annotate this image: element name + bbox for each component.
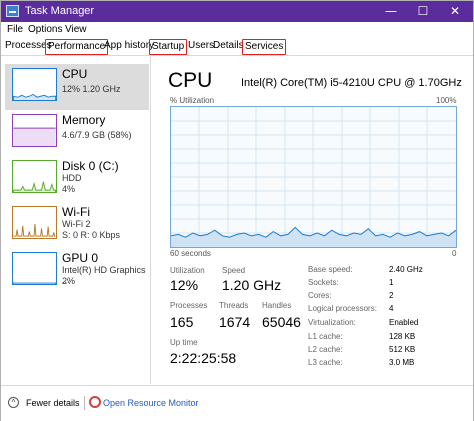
speed-value: 1.20 GHz — [222, 277, 282, 293]
sidebar-item-detail: 12% 1.20 GHz — [62, 84, 121, 94]
utilization-label: Utilization — [170, 266, 205, 275]
sidebar-item-memory[interactable]: Memory 4.6/7.9 GB (58%) — [5, 110, 149, 156]
cpu-detail-panel: CPU Intel(R) Core(TM) i5-4210U CPU @ 1.7… — [151, 56, 473, 384]
gpu-mini-graph — [12, 252, 57, 285]
sidebar-item-detail: S: 0 R: 0 Kbps — [62, 230, 121, 240]
memory-mini-graph — [12, 114, 57, 147]
menu-file[interactable]: File — [7, 24, 23, 35]
sidebar-item-wifi[interactable]: Wi-Fi Wi-Fi 2 S: 0 R: 0 Kbps — [5, 202, 149, 248]
task-manager-icon — [6, 5, 19, 17]
uptime-label: Up time — [170, 338, 198, 347]
detail-label: Sockets: — [308, 278, 339, 287]
title-bar: Task Manager — ☐ ✕ — [1, 1, 473, 22]
uptime-value: 2:22:25:58 — [170, 350, 237, 366]
sidebar-item-label: CPU — [62, 67, 88, 81]
disk-mini-graph — [12, 160, 57, 193]
sidebar-item-label: Disk 0 (C:) — [62, 159, 119, 173]
page-title: CPU — [168, 69, 213, 92]
processes-label: Processes — [170, 301, 208, 310]
sidebar-item-detail: HDD — [62, 173, 82, 183]
sidebar-item-cpu[interactable]: CPU 12% 1.20 GHz — [5, 64, 149, 110]
resource-sidebar: CPU 12% 1.20 GHz Memory 4.6/7.9 GB (58%)… — [1, 56, 151, 384]
minimize-button[interactable]: — — [373, 1, 409, 22]
resource-monitor-icon — [89, 396, 101, 408]
tab-performance[interactable]: Performance — [45, 39, 109, 55]
sidebar-item-detail: Intel(R) HD Graphics ... — [62, 265, 146, 285]
sidebar-item-label: Wi-Fi — [62, 205, 90, 219]
maximize-button[interactable]: ☐ — [405, 1, 441, 22]
detail-value: 3.0 MB — [389, 358, 415, 367]
detail-value: Enabled — [389, 318, 419, 327]
utilization-axis-label: % Utilization — [170, 96, 215, 105]
detail-label: Logical processors: — [308, 304, 377, 313]
menu-bar: File Options View — [1, 22, 473, 38]
handles-label: Handles — [262, 301, 292, 310]
cpu-model-name: Intel(R) Core(TM) i5-4210U CPU @ 1.70GHz — [241, 77, 462, 89]
chevron-up-icon[interactable]: ^ — [8, 397, 19, 408]
window-title: Task Manager — [25, 5, 95, 17]
detail-value: 512 KB — [389, 345, 416, 354]
detail-label: Cores: — [308, 291, 332, 300]
speed-label: Speed — [222, 266, 246, 275]
tab-app-history[interactable]: App history — [102, 39, 156, 53]
tab-bar: Processes Performance App history Startu… — [1, 38, 473, 56]
processes-value: 165 — [170, 314, 194, 330]
open-resource-monitor-link[interactable]: Open Resource Monitor — [103, 398, 199, 408]
threads-label: Threads — [219, 301, 249, 310]
cpu-graph-svg — [171, 107, 456, 247]
detail-label: Virtualization: — [308, 318, 356, 327]
sidebar-item-detail: 4.6/7.9 GB (58%) — [62, 130, 132, 140]
menu-view[interactable]: View — [65, 24, 87, 35]
footer-divider — [84, 396, 85, 410]
time-span-label: 60 seconds — [170, 249, 211, 258]
sidebar-item-detail: 4% — [62, 184, 76, 194]
sidebar-item-detail: Wi-Fi 2 — [62, 219, 91, 229]
detail-value: 1 — [389, 278, 394, 287]
utilization-value: 12% — [170, 277, 199, 293]
detail-value: 128 KB — [389, 332, 416, 341]
sidebar-item-disk[interactable]: Disk 0 (C:) HDD 4% — [5, 156, 149, 202]
handles-value: 65046 — [262, 314, 301, 330]
detail-value: 2 — [389, 291, 394, 300]
fewer-details-button[interactable]: Fewer details — [26, 398, 80, 408]
detail-label: L2 cache: — [308, 345, 343, 354]
tab-details[interactable]: Details — [211, 39, 246, 53]
menu-options[interactable]: Options — [28, 24, 62, 35]
detail-value: 2.40 GHz — [389, 265, 423, 274]
detail-value: 4 — [389, 304, 394, 313]
detail-label: Base speed: — [308, 265, 353, 274]
sidebar-item-detail: 2% — [62, 276, 76, 286]
footer-bar: ^ Fewer details Open Resource Monitor — [1, 385, 473, 421]
threads-value: 1674 — [219, 314, 251, 330]
sidebar-item-gpu[interactable]: GPU 0 Intel(R) HD Graphics ... 2% — [5, 248, 149, 294]
tab-services[interactable]: Services — [242, 39, 287, 55]
wifi-mini-graph — [12, 206, 57, 239]
close-button[interactable]: ✕ — [437, 1, 473, 22]
cpu-mini-graph — [12, 68, 57, 101]
sidebar-item-label: GPU 0 — [62, 251, 99, 265]
tab-startup[interactable]: Startup — [149, 39, 188, 55]
detail-label: L1 cache: — [308, 332, 343, 341]
time-end-label: 0 — [452, 249, 457, 258]
cpu-utilization-graph — [170, 106, 457, 248]
detail-label: L3 cache: — [308, 358, 343, 367]
utilization-max-label: 100% — [436, 96, 457, 105]
sidebar-item-label: Memory — [62, 113, 106, 127]
